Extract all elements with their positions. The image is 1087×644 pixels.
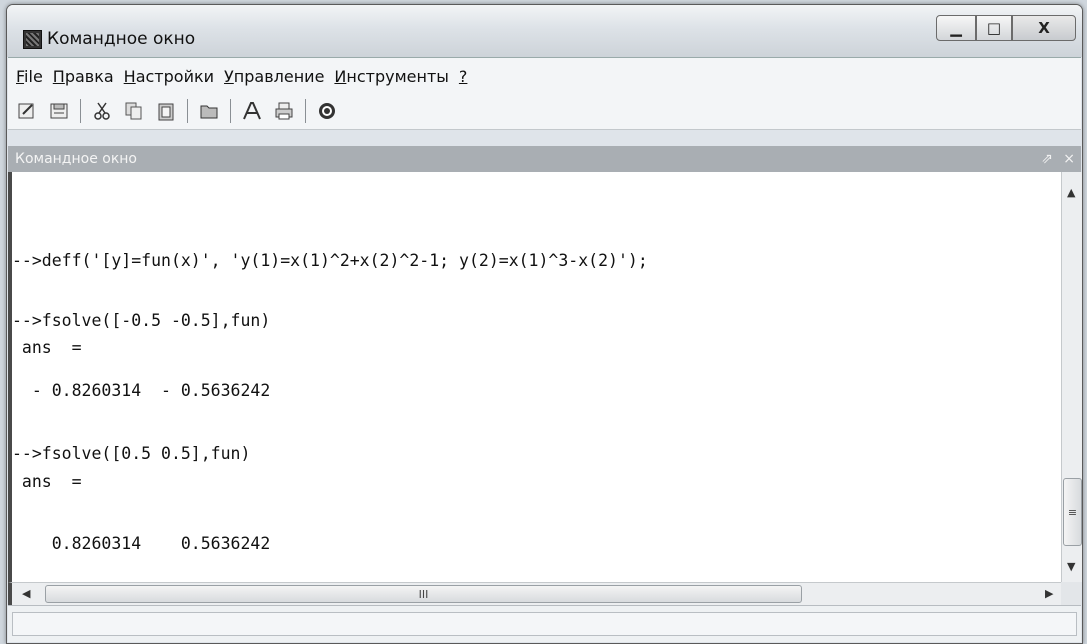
console-line: - 0.8260314 - 0.5636242 — [12, 381, 271, 400]
menu-tools[interactable]: Инструменты — [334, 67, 449, 86]
copy-icon[interactable] — [123, 100, 145, 122]
scroll-left-arrow-icon[interactable]: ◀ — [22, 587, 30, 600]
menu-control[interactable]: Управление — [224, 67, 324, 86]
close-icon: X — [1038, 19, 1050, 37]
maximize-icon: □ — [986, 19, 1002, 37]
panel-controls: ⇗ × — [1041, 146, 1075, 172]
toolbar-separator — [187, 99, 188, 123]
panel-header: Командное окно ⇗ × — [8, 146, 1081, 172]
cut-icon[interactable] — [91, 100, 113, 122]
title-bar[interactable]: Командное окно ▁ □ X — [7, 5, 1082, 57]
panel-title: Командное окно — [15, 151, 138, 167]
command-window: Командное окно ▁ □ X File Правка Настрой… — [6, 4, 1083, 644]
close-button[interactable]: X — [1012, 15, 1076, 41]
maximize-button[interactable]: □ — [976, 15, 1012, 41]
vertical-scrollbar[interactable]: ▲ ≡ ▼ — [1061, 172, 1082, 582]
console-line: -->fsolve([-0.5 -0.5],fun) — [12, 311, 271, 330]
menu-edit[interactable]: Правка — [53, 67, 114, 86]
console-line: 0.8260314 0.5636242 — [12, 534, 271, 553]
horizontal-scroll-thumb[interactable]: III — [45, 585, 802, 603]
console-output[interactable]: -->deff('[y]=fun(x)', 'y(1)=x(1)^2+x(2)^… — [8, 172, 1064, 582]
panel-close-icon[interactable]: × — [1063, 151, 1075, 167]
font-icon[interactable] — [241, 100, 263, 122]
console-line: ans = — [12, 472, 82, 491]
toolbar-separator — [305, 99, 306, 123]
menu-file[interactable]: File — [16, 67, 43, 86]
toolbar-separator — [80, 99, 81, 123]
new-script-icon[interactable] — [16, 100, 38, 122]
undock-icon[interactable]: ⇗ — [1041, 151, 1053, 167]
menu-bar: File Правка Настройки Управление Инструм… — [8, 57, 1081, 95]
console-line: -->fsolve([0.5 0.5],fun) — [12, 444, 251, 463]
status-field — [12, 612, 1077, 636]
window-controls: ▁ □ X — [936, 15, 1076, 41]
print-icon[interactable] — [273, 100, 295, 122]
scrollbar-corner — [1061, 582, 1081, 605]
horizontal-scrollbar[interactable]: ◀ III ▶ — [8, 582, 1064, 605]
toolbar-separator — [230, 99, 231, 123]
window-title: Командное окно — [47, 29, 196, 49]
vertical-scroll-thumb[interactable]: ≡ — [1063, 478, 1082, 546]
scroll-down-arrow-icon[interactable]: ▼ — [1067, 560, 1075, 573]
menu-preferences[interactable]: Настройки — [124, 67, 214, 86]
scroll-up-arrow-icon[interactable]: ▲ — [1067, 186, 1075, 199]
status-bar — [8, 605, 1081, 642]
paste-icon[interactable] — [155, 100, 177, 122]
scroll-right-arrow-icon[interactable]: ▶ — [1045, 587, 1053, 600]
menu-help[interactable]: ? — [459, 67, 468, 86]
toolbar — [8, 93, 1081, 130]
console-line: -->deff('[y]=fun(x)', 'y(1)=x(1)^2+x(2)^… — [12, 251, 648, 270]
minimize-icon: ▁ — [950, 19, 962, 37]
help-icon[interactable] — [316, 100, 338, 122]
scilab-app-icon — [23, 30, 42, 49]
load-icon[interactable] — [48, 100, 70, 122]
minimize-button[interactable]: ▁ — [936, 15, 976, 41]
console-line: ans = — [12, 338, 82, 357]
open-folder-icon[interactable] — [198, 100, 220, 122]
